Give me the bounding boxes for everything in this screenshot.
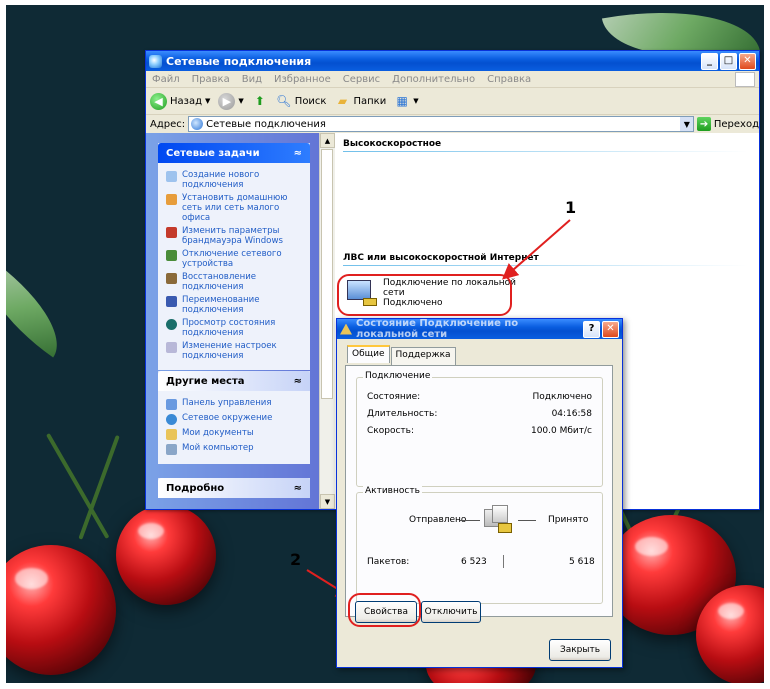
dialog-close-bottom-button[interactable]: Закрыть <box>549 639 611 661</box>
activity-group: Активность Отправлено Принято Пакетов: 6… <box>356 486 603 604</box>
help-button[interactable]: ? <box>583 320 600 338</box>
packets-received-value: 5 618 <box>569 557 595 567</box>
packets-sent-value: 6 523 <box>461 557 487 567</box>
duration-row: Длительность: 04:16:58 <box>367 409 592 419</box>
received-label: Принято <box>548 515 589 525</box>
step-marker-2: 2 <box>290 550 302 569</box>
warning-icon <box>340 323 352 335</box>
dialog-titlebar[interactable]: Состояние Подключение по локальной сети … <box>337 318 622 340</box>
sent-line <box>460 520 480 521</box>
general-tab-page: Подключение Состояние: Подключено Длител… <box>345 365 613 617</box>
network-activity-icon <box>484 505 512 533</box>
dialog-title: Состояние Подключение по локальной сети <box>356 318 519 340</box>
packets-label: Пакетов: <box>367 557 410 567</box>
state-row: Состояние: Подключено <box>367 392 592 402</box>
dialog-close-button[interactable]: ✕ <box>602 320 619 338</box>
received-line <box>518 520 536 521</box>
activity-legend: Активность <box>363 486 422 496</box>
sent-label: Отправлено <box>409 515 467 525</box>
disable-button[interactable]: Отключить <box>421 601 481 623</box>
tab-general[interactable]: Общие <box>347 345 390 363</box>
tab-support[interactable]: Поддержка <box>390 347 456 365</box>
connection-legend: Подключение <box>363 371 433 381</box>
packets-divider <box>503 555 504 568</box>
highlight-properties-button <box>348 593 421 627</box>
dialog-tabs: Общие Поддержка <box>347 345 457 365</box>
connection-group: Подключение Состояние: Подключено Длител… <box>356 371 603 487</box>
speed-row: Скорость: 100.0 Мбит/с <box>367 426 592 436</box>
